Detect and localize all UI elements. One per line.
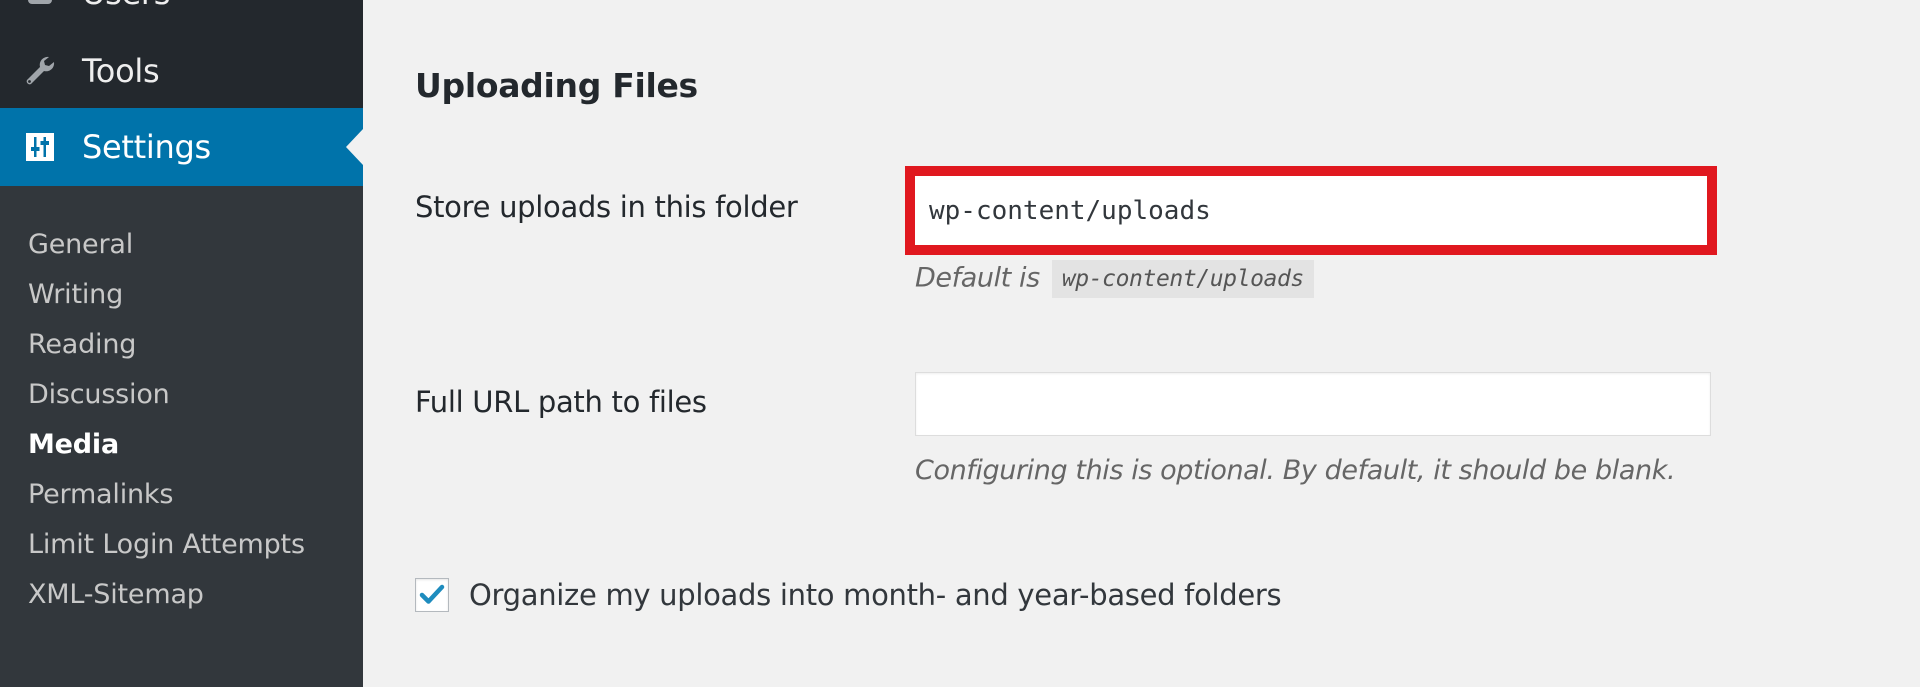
submenu-item-writing[interactable]: Writing [28,281,123,308]
upload-folder-input[interactable] [915,176,1707,245]
users-icon [22,0,58,11]
settings-submenu: General Writing Reading Discussion Media… [0,186,363,687]
url-path-description: Configuring this is optional. By default… [915,455,1676,486]
url-path-label: Full URL path to files [415,385,707,419]
section-title: Uploading Files [415,66,698,105]
admin-sidebar: Users Tools Settings [0,0,363,687]
checkmark-icon [419,584,445,604]
sidebar-item-label: Users [82,0,170,12]
submenu-item-permalinks[interactable]: Permalinks [28,481,173,508]
submenu-item-reading[interactable]: Reading [28,331,136,358]
organize-uploads-option: Organize my uploads into month- and year… [415,578,1282,612]
sidebar-item-tools[interactable]: Tools [0,38,363,104]
submenu-item-limit-login-attempts[interactable]: Limit Login Attempts [28,531,305,558]
submenu-item-general[interactable]: General [28,231,133,258]
current-menu-arrow [346,129,363,165]
url-path-input[interactable] [915,372,1711,436]
submenu-item-discussion[interactable]: Discussion [28,381,170,408]
organize-uploads-label[interactable]: Organize my uploads into month- and year… [469,578,1282,612]
submenu-item-media[interactable]: Media [28,431,119,458]
sidebar-item-label: Tools [82,52,160,90]
sidebar-item-users[interactable]: Users [0,0,363,26]
organize-uploads-checkbox[interactable] [415,578,449,612]
upload-folder-label: Store uploads in this folder [415,190,798,224]
upload-folder-description: Default is wp-content/uploads [915,260,1314,298]
settings-sliders-icon [22,129,58,165]
sidebar-item-label: Settings [82,128,211,166]
wp-admin-page: Users Tools Settings [0,0,1920,687]
default-path-code: wp-content/uploads [1051,260,1314,298]
sidebar-item-settings[interactable]: Settings [0,108,363,186]
settings-content: Uploading Files Store uploads in this fo… [363,0,1920,687]
description-prefix: Default is [915,262,1040,294]
submenu-item-xml-sitemap[interactable]: XML-Sitemap [28,581,204,608]
wrench-icon [22,53,58,89]
